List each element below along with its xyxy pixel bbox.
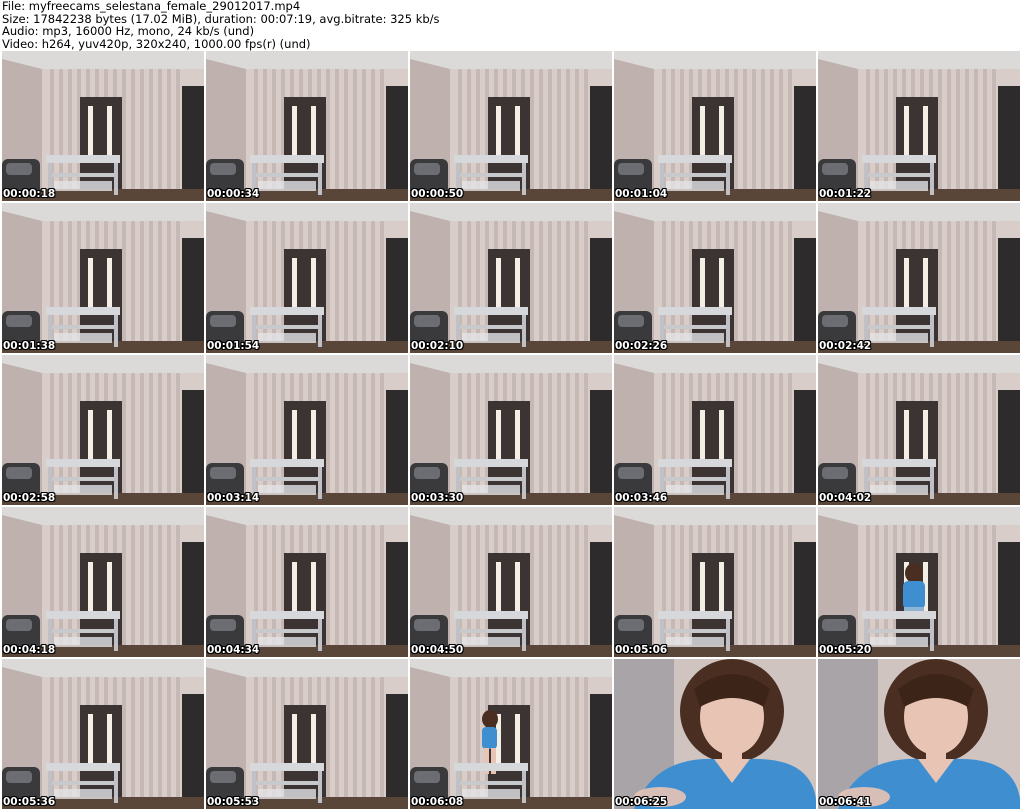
thumbnail-timestamp: 00:03:14 bbox=[207, 492, 260, 504]
video-thumbnail: 00:05:36 bbox=[2, 659, 204, 809]
video-thumbnail: 00:01:38 bbox=[2, 203, 204, 353]
thumbnail-timestamp: 00:02:42 bbox=[819, 340, 872, 352]
video-thumbnail: 00:02:10 bbox=[410, 203, 612, 353]
video-thumbnail: 00:01:04 bbox=[614, 51, 816, 201]
video-thumbnail: 00:05:53 bbox=[206, 659, 408, 809]
thumbnail-timestamp: 00:03:30 bbox=[411, 492, 464, 504]
thumbnail-timestamp: 00:05:06 bbox=[615, 644, 668, 656]
thumbnail-timestamp: 00:01:04 bbox=[615, 188, 668, 200]
thumbnail-timestamp: 00:01:38 bbox=[3, 340, 56, 352]
thumbnail-timestamp: 00:00:50 bbox=[411, 188, 464, 200]
video-thumbnail: 00:03:14 bbox=[206, 355, 408, 505]
video-thumbnail: 00:04:50 bbox=[410, 507, 612, 657]
video-thumbnail: 00:04:02 bbox=[818, 355, 1020, 505]
video-thumbnail: 00:06:25 bbox=[614, 659, 816, 809]
video-thumbnail: 00:00:18 bbox=[2, 51, 204, 201]
thumbnail-timestamp: 00:05:53 bbox=[207, 796, 260, 808]
thumbnail-timestamp: 00:06:25 bbox=[615, 796, 668, 808]
video-thumbnail: 00:01:54 bbox=[206, 203, 408, 353]
video-thumbnail: 00:06:08 bbox=[410, 659, 612, 809]
thumbnail-timestamp: 00:02:10 bbox=[411, 340, 464, 352]
thumbnail-timestamp: 00:00:34 bbox=[207, 188, 260, 200]
video-thumbnail: 00:03:46 bbox=[614, 355, 816, 505]
video-thumbnail: 00:00:50 bbox=[410, 51, 612, 201]
video-thumbnail: 00:04:34 bbox=[206, 507, 408, 657]
thumbnail-timestamp: 00:00:18 bbox=[3, 188, 56, 200]
video-info-line: Video: h264, yuv420p, 320x240, 1000.00 f… bbox=[2, 36, 311, 51]
thumbnail-timestamp: 00:03:46 bbox=[615, 492, 668, 504]
video-thumbnail: 00:03:30 bbox=[410, 355, 612, 505]
thumbnail-timestamp: 00:05:36 bbox=[3, 796, 56, 808]
video-thumbnail: 00:00:34 bbox=[206, 51, 408, 201]
video-thumbnail: 00:02:42 bbox=[818, 203, 1020, 353]
file-name-line: File: myfreecams_selestana_female_290120… bbox=[2, 0, 301, 13]
thumbnail-timestamp: 00:01:54 bbox=[207, 340, 260, 352]
video-thumbnail: 00:02:58 bbox=[2, 355, 204, 505]
audio-info-line: Audio: mp3, 16000 Hz, mono, 24 kb/s (und… bbox=[2, 24, 255, 38]
thumbnail-timestamp: 00:02:26 bbox=[615, 340, 668, 352]
video-thumbnail: 00:02:26 bbox=[614, 203, 816, 353]
video-thumbnail: 00:05:20 bbox=[818, 507, 1020, 657]
thumbnail-timestamp: 00:01:22 bbox=[819, 188, 872, 200]
thumbnail-timestamp: 00:04:18 bbox=[3, 644, 56, 656]
video-thumbnail: 00:06:41 bbox=[818, 659, 1020, 809]
thumbnail-timestamp: 00:06:41 bbox=[819, 796, 872, 808]
thumbnail-grid: 00:00:18 00:00:34 00:00:50 00:01:04 00:0… bbox=[2, 51, 1022, 811]
video-thumbnail: 00:04:18 bbox=[2, 507, 204, 657]
file-info-header: File: myfreecams_selestana_female_290120… bbox=[2, 0, 1022, 50]
thumbnail-timestamp: 00:05:20 bbox=[819, 644, 872, 656]
video-thumbnail: 00:05:06 bbox=[614, 507, 816, 657]
thumbnail-timestamp: 00:06:08 bbox=[411, 796, 464, 808]
thumbnail-timestamp: 00:02:58 bbox=[3, 492, 56, 504]
thumbnail-timestamp: 00:04:02 bbox=[819, 492, 872, 504]
thumbnail-timestamp: 00:04:34 bbox=[207, 644, 260, 656]
thumbnail-timestamp: 00:04:50 bbox=[411, 644, 464, 656]
video-thumbnail: 00:01:22 bbox=[818, 51, 1020, 201]
